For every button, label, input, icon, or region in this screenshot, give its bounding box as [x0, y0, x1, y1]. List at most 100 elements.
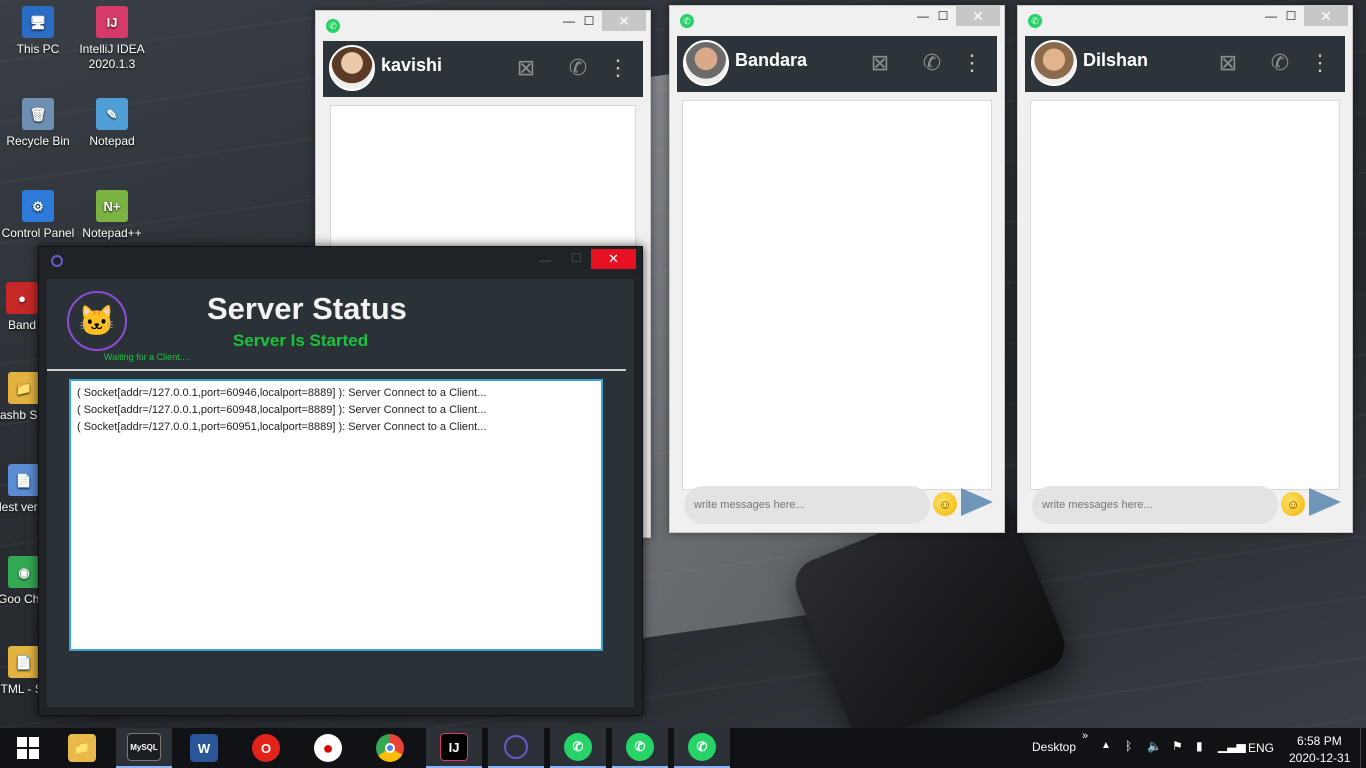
maximize-button[interactable]: ☐: [572, 11, 606, 31]
taskbar: 📁 MySQL W O ● IJ ✆ ✆ ✆ Desktop » ▲ ᛒ 🔈 ⚑…: [0, 728, 1366, 768]
app-icon: [51, 255, 63, 267]
video-off-icon[interactable]: ⊠: [1209, 50, 1247, 80]
close-button[interactable]: ✕: [591, 249, 636, 269]
mysql-icon: MySQL: [127, 733, 161, 761]
volume-icon[interactable]: 🔈: [1147, 739, 1162, 753]
record-icon: ●: [314, 734, 342, 762]
message-area: [1030, 100, 1340, 490]
desktop-icon-recycle-bin[interactable]: 🗑 Recycle Bin: [0, 98, 76, 149]
chat-header: kavishi ⊠ ✆ ⋮: [323, 41, 643, 97]
opera-icon: O: [252, 734, 280, 762]
log-line: ( Socket[addr=/127.0.0.1,port=60946,loca…: [77, 387, 487, 399]
desktop-icon-label: Control Panel: [1, 226, 75, 240]
taskbar-java-app[interactable]: [488, 728, 544, 768]
divider: [47, 369, 626, 371]
chrome-icon: [376, 734, 404, 762]
taskbar-mysql[interactable]: MySQL: [116, 728, 172, 768]
log-area[interactable]: ( Socket[addr=/127.0.0.1,port=60946,loca…: [69, 379, 603, 651]
whatsapp-icon: ✆: [680, 14, 694, 28]
contact-name: Dilshan: [1083, 50, 1149, 70]
desktop-icon-label: Notepad++: [82, 226, 142, 240]
bluetooth-icon[interactable]: ᛒ: [1125, 739, 1132, 753]
phone-icon[interactable]: ✆: [1261, 50, 1299, 80]
taskbar-opera[interactable]: O: [238, 728, 294, 768]
desktop-icon-label: Band: [7, 318, 37, 332]
whatsapp-icon: ✆: [564, 733, 592, 761]
server-panel: 🐱 Waiting for a Client.... Server Status…: [47, 279, 634, 707]
clock-date[interactable]: 2020-12-31: [1289, 751, 1350, 765]
message-input[interactable]: [1032, 486, 1278, 524]
action-flag-icon[interactable]: ⚑: [1172, 739, 1183, 753]
taskbar-whatsapp-1[interactable]: ✆: [550, 728, 606, 768]
network-signal-icon[interactable]: ▁▃▅: [1218, 739, 1246, 753]
emoji-icon[interactable]: ☺: [933, 492, 957, 516]
taskbar-file-explorer[interactable]: 📁: [54, 728, 110, 768]
video-off-icon[interactable]: ⊠: [861, 50, 899, 80]
video-off-icon[interactable]: ⊠: [507, 55, 545, 85]
html-shortcut-icon: 📄: [8, 646, 40, 678]
desktop-icon-label: Notepad: [89, 134, 135, 148]
chat-header: Dilshan ⊠ ✆ ⋮: [1025, 36, 1345, 92]
taskbar-intellij[interactable]: IJ: [426, 728, 482, 768]
show-hidden-icons-icon[interactable]: ▲: [1101, 740, 1111, 751]
send-icon[interactable]: [1309, 488, 1341, 516]
minimize-button[interactable]: —: [539, 253, 551, 267]
waiting-text: Waiting for a Client....: [104, 352, 190, 362]
folder-icon: 📁: [68, 734, 96, 762]
show-desktop-button[interactable]: [1360, 728, 1366, 768]
battery-icon[interactable]: ▮: [1196, 739, 1203, 753]
whatsapp-icon: ✆: [626, 733, 654, 761]
notepad-icon: ✎: [96, 98, 128, 130]
taskbar-chrome[interactable]: [362, 728, 418, 768]
desktop-icon-control-panel[interactable]: ⚙ Control Panel: [0, 190, 76, 241]
whatsapp-icon: ✆: [326, 19, 340, 33]
desktop-icon-label: This PC: [16, 42, 60, 56]
notepad-plus-icon: N+: [96, 190, 128, 222]
word-icon: W: [190, 734, 218, 762]
taskbar-whatsapp-3[interactable]: ✆: [674, 728, 730, 768]
desktop-icon-this-pc[interactable]: 🖥 This PC: [0, 6, 76, 57]
message-area: [682, 100, 992, 490]
log-line: ( Socket[addr=/127.0.0.1,port=60951,loca…: [77, 421, 487, 433]
avatar: [1031, 40, 1077, 86]
windows-logo-icon: [17, 737, 39, 759]
chrome-icon: ◉: [8, 556, 40, 588]
taskbar-recorder[interactable]: ●: [300, 728, 356, 768]
whatsapp-icon: ✆: [1028, 14, 1042, 28]
contact-name: Bandara: [735, 50, 808, 70]
taskbar-word[interactable]: W: [176, 728, 232, 768]
clock-time[interactable]: 6:58 PM: [1297, 734, 1342, 748]
more-vertical-icon[interactable]: ⋮: [1309, 50, 1331, 80]
recycle-bin-icon: 🗑: [22, 98, 54, 130]
emoji-icon[interactable]: ☺: [1281, 492, 1305, 516]
desktop-icon-intellij[interactable]: IJ IntelliJ IDEA 2020.1.3: [74, 6, 150, 72]
toolbar-overflow-icon[interactable]: »: [1082, 730, 1088, 742]
language-indicator[interactable]: ENG: [1248, 741, 1274, 755]
more-vertical-icon[interactable]: ⋮: [961, 50, 983, 80]
taskbar-whatsapp-2[interactable]: ✆: [612, 728, 668, 768]
desktop-icon-notepad[interactable]: ✎ Notepad: [74, 98, 150, 149]
github-logo-icon: 🐱: [67, 291, 127, 351]
title-bar: ✆ — ☐ ✕: [670, 6, 1004, 36]
chat-window-dilshan: ✆ — ☐ ✕ Dilshan ⊠ ✆ ⋮ ☺: [1017, 5, 1353, 533]
page-title: Server Status: [207, 291, 407, 326]
close-button[interactable]: ✕: [1304, 6, 1348, 26]
message-input[interactable]: [684, 486, 930, 524]
phone-icon[interactable]: ✆: [913, 50, 951, 80]
phone-icon[interactable]: ✆: [559, 55, 597, 85]
intellij-icon: IJ: [96, 6, 128, 38]
more-vertical-icon[interactable]: ⋮: [607, 55, 629, 85]
desktop-icon-notepad-plus[interactable]: N+ Notepad++: [74, 190, 150, 241]
contact-name: kavishi: [381, 55, 443, 75]
chat-window-bandara: ✆ — ☐ ✕ Bandara ⊠ ✆ ⋮ ☺: [669, 5, 1005, 533]
whatsapp-icon: ✆: [688, 733, 716, 761]
maximize-button[interactable]: ☐: [926, 6, 960, 26]
maximize-button[interactable]: ☐: [1274, 6, 1308, 26]
intellij-icon: IJ: [440, 733, 468, 761]
close-button[interactable]: ✕: [602, 11, 646, 31]
start-button[interactable]: [0, 728, 56, 768]
desktop-toolbar-label[interactable]: Desktop: [1032, 740, 1076, 754]
maximize-button[interactable]: ☐: [571, 251, 582, 265]
close-button[interactable]: ✕: [956, 6, 1000, 26]
send-icon[interactable]: [961, 488, 993, 516]
